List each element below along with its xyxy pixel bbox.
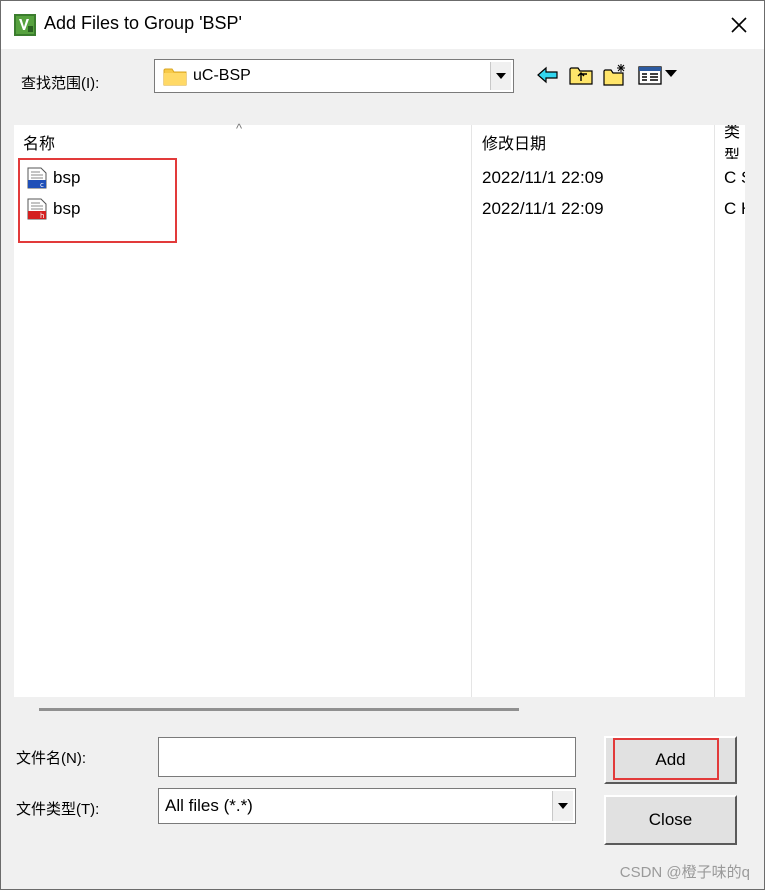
column-header-date[interactable]: 修改日期 xyxy=(482,125,546,159)
filename-label: 文件名(N): xyxy=(16,750,86,767)
file-type: C Header xyxy=(724,199,745,218)
lookin-value: uC-BSP xyxy=(193,67,251,84)
close-button[interactable]: Close xyxy=(604,795,737,845)
up-folder-icon[interactable] xyxy=(568,63,594,87)
filetype-dropdown[interactable]: All files (*.*) xyxy=(158,788,576,824)
file-date: 2022/11/1 22:09 xyxy=(482,199,604,218)
horizontal-scrollbar[interactable] xyxy=(39,708,519,711)
filename-input[interactable] xyxy=(158,737,576,777)
sort-ascending-icon: ^ xyxy=(236,121,243,136)
c-header-file-icon: h xyxy=(27,198,47,220)
file-date: 2022/11/1 22:09 xyxy=(482,168,604,187)
close-icon[interactable] xyxy=(719,8,759,42)
chevron-down-icon[interactable] xyxy=(552,791,573,821)
back-arrow-icon[interactable] xyxy=(535,63,561,87)
file-type: C Source xyxy=(724,168,745,187)
column-header-type[interactable]: 类型 xyxy=(724,125,745,159)
add-button[interactable]: Add xyxy=(604,736,737,784)
column-header-name[interactable]: 名称 xyxy=(23,125,55,159)
list-item[interactable]: h bsp 2022/11/1 22:09 C Header xyxy=(14,194,745,224)
keil-uvision-icon xyxy=(14,14,36,36)
view-menu-icon[interactable] xyxy=(637,63,681,87)
chevron-down-icon[interactable] xyxy=(490,62,511,90)
file-name: bsp xyxy=(53,168,81,187)
list-item[interactable]: c bsp 2022/11/1 22:09 C Source xyxy=(14,163,745,193)
lookin-label: 查找范围(I): xyxy=(21,75,100,92)
svg-text:c: c xyxy=(40,181,44,189)
filetype-label: 文件类型(T): xyxy=(16,801,100,818)
dialog-title: Add Files to Group 'BSP' xyxy=(44,13,242,33)
c-source-file-icon: c xyxy=(27,167,47,189)
file-name: bsp xyxy=(53,199,81,218)
watermark: CSDN @橙子味的q xyxy=(619,864,750,881)
new-folder-icon[interactable] xyxy=(602,63,628,87)
lookin-dropdown[interactable]: uC-BSP xyxy=(154,59,514,93)
svg-text:h: h xyxy=(40,212,44,220)
add-files-dialog: Add Files to Group 'BSP' 查找范围(I): uC-BSP xyxy=(0,0,765,890)
folder-icon xyxy=(163,68,187,86)
title-bar[interactable]: Add Files to Group 'BSP' xyxy=(1,1,764,49)
file-list[interactable]: ^ 名称 修改日期 类型 c bsp 2022/11/1 22:09 C Sou… xyxy=(14,121,745,697)
filetype-value: All files (*.*) xyxy=(165,796,253,815)
